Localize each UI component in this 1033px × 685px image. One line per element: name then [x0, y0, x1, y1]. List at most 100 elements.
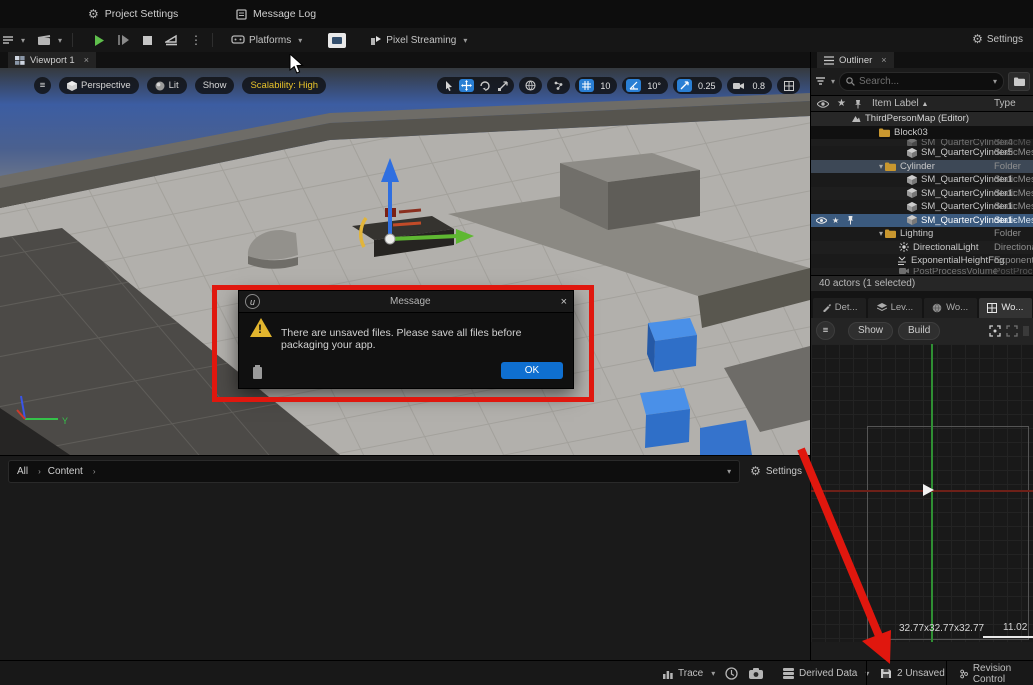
- tab-world-settings[interactable]: Wo...: [924, 298, 977, 318]
- outliner-row[interactable]: ▾CylinderFolder: [811, 160, 1033, 174]
- path-dropdown-chevron[interactable]: ▾: [727, 467, 731, 476]
- perspective-dropdown[interactable]: Perspective: [59, 77, 139, 94]
- wp-build-button[interactable]: Build: [898, 322, 940, 340]
- outliner-row[interactable]: Block03: [811, 126, 1033, 140]
- breadcrumb-content[interactable]: Content: [48, 466, 83, 477]
- type-column[interactable]: Type: [994, 98, 1016, 109]
- perspective-cube-icon: [67, 81, 77, 91]
- outliner-tab-close-icon[interactable]: ×: [881, 55, 886, 65]
- maximize-viewport-button[interactable]: [777, 77, 800, 94]
- outliner-row[interactable]: ★SM_QuarterCylinder1-StaticMes: [811, 214, 1033, 228]
- viewport-options-button[interactable]: ≡: [34, 77, 51, 94]
- item-label-column[interactable]: Item Label ▲: [872, 98, 928, 109]
- add-folder-button[interactable]: [1008, 72, 1030, 91]
- viewport-tab-close-icon[interactable]: ×: [84, 55, 89, 65]
- revision-control-button[interactable]: Revision Control: [952, 661, 1033, 685]
- outliner-item-type: StaticMe: [994, 139, 1031, 146]
- filter-icon: [815, 77, 826, 87]
- outliner-row[interactable]: ExponentialHeightFogExponenti: [811, 254, 1033, 268]
- platforms-dropdown[interactable]: Platforms▾: [225, 29, 308, 51]
- post-icon: [899, 268, 909, 275]
- outliner-tab[interactable]: Outliner ×: [817, 52, 894, 68]
- world-partition-minimap[interactable]: 32.77x32.77x32.77 11.02: [811, 344, 1033, 642]
- outliner-item-label: PostProcessVolume: [913, 268, 998, 275]
- outliner-row[interactable]: SM_QuarterCylinder1StaticMes: [811, 173, 1033, 187]
- rotate-tool-button[interactable]: [477, 79, 492, 92]
- outliner-tab-label: Outliner: [839, 55, 872, 66]
- scale-tool-button[interactable]: [495, 79, 510, 92]
- scale-snap-control[interactable]: 0.25: [673, 77, 723, 94]
- outliner-item-type: Exponenti: [994, 255, 1033, 266]
- grid-snap-control[interactable]: 10: [575, 77, 617, 94]
- lit-dropdown[interactable]: Lit: [147, 77, 187, 94]
- outliner-item-type: StaticMes: [994, 174, 1033, 185]
- viewport-tab[interactable]: Viewport 1 ×: [8, 52, 96, 68]
- show-dropdown[interactable]: Show: [195, 77, 235, 94]
- outliner-filter-button[interactable]: ▾: [815, 77, 835, 87]
- derived-data-dropdown[interactable]: Derived Data▾: [775, 661, 877, 685]
- wp-show-button[interactable]: Show: [848, 322, 893, 340]
- play-button[interactable]: [87, 29, 112, 51]
- stop-button[interactable]: [136, 29, 159, 51]
- viewport-tabbar: Viewport 1 ×: [0, 52, 810, 68]
- play-options-button[interactable]: ⋮: [184, 29, 208, 51]
- camera-speed-control[interactable]: 0.8: [727, 77, 772, 94]
- focus-selection-icon[interactable]: [989, 325, 1001, 337]
- frame-skip-button[interactable]: [112, 29, 136, 51]
- unsaved-files-button[interactable]: 2 Unsaved: [872, 661, 953, 685]
- outliner-row[interactable]: SM_QuarterCylinder5StaticMes: [811, 146, 1033, 160]
- visibility-column-icon[interactable]: [817, 100, 829, 108]
- scale-snap-value: 0.25: [695, 81, 719, 91]
- tab-world-partition[interactable]: Wo...: [979, 298, 1032, 318]
- content-settings-button[interactable]: ⚙ Settings: [750, 464, 802, 478]
- camera-speed-value: 0.8: [749, 81, 768, 91]
- world-partition-icon: [987, 303, 997, 313]
- select-tool-button[interactable]: [441, 79, 456, 92]
- focus-world-icon[interactable]: [1006, 325, 1018, 337]
- pixel-streaming-dropdown[interactable]: Pixel Streaming▾: [364, 29, 473, 51]
- tab-details[interactable]: Det...: [813, 298, 866, 318]
- move-tool-button[interactable]: [459, 79, 474, 92]
- outliner-row[interactable]: DirectionalLightDirectiona: [811, 241, 1033, 255]
- wp-options-button[interactable]: ≡: [816, 321, 835, 340]
- breadcrumb[interactable]: All › Content › ▾: [8, 460, 740, 483]
- message-log-icon: [236, 9, 247, 20]
- tab-levels[interactable]: Lev...: [868, 298, 921, 318]
- cinematics-dropdown-button[interactable]: ▾: [31, 29, 68, 51]
- outliner-row[interactable]: SM_QuarterCylinder1:StaticMes: [811, 200, 1033, 214]
- outliner-row[interactable]: PostProcessVolumePostProc: [811, 268, 1033, 275]
- world-local-toggle[interactable]: [519, 77, 542, 94]
- save-dropdown-button[interactable]: ▾: [0, 29, 31, 51]
- settings-gear-icon: ⚙: [972, 32, 983, 46]
- screenshot-button[interactable]: [746, 661, 766, 685]
- outliner-item-type: Folder: [994, 161, 1021, 172]
- outliner-item-label: ThirdPersonMap (Editor): [865, 113, 969, 124]
- wp-more-icon[interactable]: [1023, 325, 1029, 337]
- insights-button[interactable]: [722, 661, 741, 685]
- message-log-button[interactable]: Message Log: [236, 0, 316, 28]
- outliner-search-input[interactable]: Search... ▾: [839, 72, 1004, 91]
- pin-column-icon[interactable]: [854, 99, 862, 109]
- project-launcher-button[interactable]: [322, 29, 352, 51]
- outliner-row[interactable]: ThirdPersonMap (Editor): [811, 112, 1033, 126]
- outliner-toolbar: ▾ Search... ▾: [811, 68, 1033, 95]
- trace-dropdown[interactable]: Trace▾: [655, 661, 723, 685]
- angle-snap-control[interactable]: 10°: [622, 77, 668, 94]
- toolbar-settings-dropdown[interactable]: ⚙ Settings: [966, 28, 1029, 50]
- menu-bar: ⚙ Project Settings Message Log: [0, 0, 1033, 29]
- project-settings-button[interactable]: ⚙ Project Settings: [88, 0, 178, 28]
- outliner-row[interactable]: ▾LightingFolder: [811, 227, 1033, 241]
- breadcrumb-chevron-icon: ›: [93, 467, 96, 476]
- surface-snapping-button[interactable]: [547, 77, 570, 94]
- favorite-column-icon[interactable]: ★: [837, 98, 846, 109]
- breadcrumb-all[interactable]: All: [17, 466, 28, 477]
- eject-button[interactable]: [159, 29, 184, 51]
- search-options-chevron[interactable]: ▾: [993, 77, 997, 86]
- search-icon: [846, 77, 855, 86]
- trace-icon: [663, 669, 673, 679]
- panel-tab-strip: Det... Lev... Wo... Wo...: [811, 291, 1033, 318]
- outliner-row[interactable]: SM_QuarterCylinder1:StaticMes: [811, 187, 1033, 201]
- outliner-row[interactable]: SM_QuarterCylinder4StaticMe: [811, 139, 1033, 146]
- scalability-pill[interactable]: Scalability: High: [242, 77, 326, 94]
- world-icon: [932, 303, 942, 313]
